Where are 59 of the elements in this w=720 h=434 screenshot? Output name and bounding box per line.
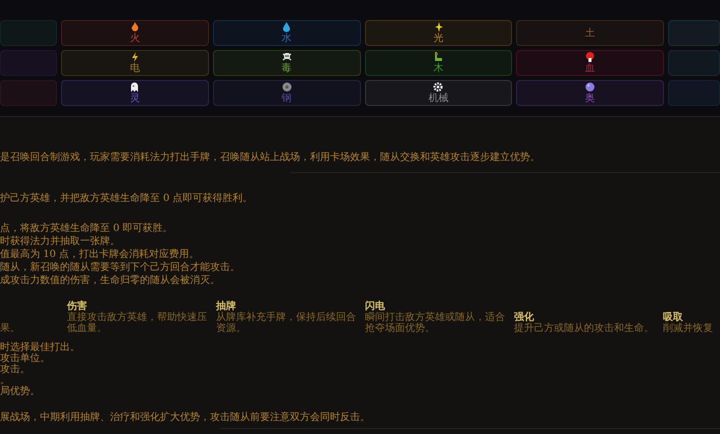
keyword-title: 闪电 bbox=[365, 301, 385, 312]
element-card[interactable]: 木 bbox=[364, 50, 512, 76]
intro-text: 是召唤回合制游戏，玩家需要消耗法力打出手牌，召唤随从站上战场，利用卡场效果，随从交换和英雄攻击逐步建立优势。 bbox=[0, 151, 541, 164]
element-card[interactable]: 奥 bbox=[516, 80, 664, 106]
tip-text: 攻击单位。 bbox=[0, 353, 51, 364]
gear-icon bbox=[433, 82, 444, 92]
sparkle-icon bbox=[433, 22, 444, 32]
element-label: 毒 bbox=[282, 63, 292, 74]
element-card[interactable]: 光 bbox=[364, 20, 512, 46]
flame-icon bbox=[130, 22, 139, 32]
element-label: 火 bbox=[130, 33, 140, 44]
element-card[interactable]: 血 bbox=[516, 50, 664, 76]
element-card[interactable]: 电 bbox=[61, 50, 209, 76]
gear-icon bbox=[282, 82, 292, 92]
keyword-description: 瞬间打击敌方英雄或随从，适合抢夺场面优势。 bbox=[365, 312, 506, 334]
keyword-title: 伤害 bbox=[67, 301, 87, 312]
element-card[interactable]: 机械 bbox=[364, 80, 512, 106]
element-card[interactable]: 水 bbox=[212, 20, 360, 46]
water-drop-icon bbox=[283, 22, 290, 32]
keyword-description: 直接攻击敌方英雄，帮助快速压低血量。 bbox=[67, 312, 208, 334]
keyword-description: 从牌库补充手牌，保持后续回合资源。 bbox=[216, 312, 357, 334]
element-label: 灵 bbox=[130, 93, 140, 104]
boot-icon bbox=[433, 52, 444, 62]
rule-text: 随从，新召唤的随从需要等到下个己方回合才能攻击。 bbox=[0, 261, 241, 274]
rule-text: 时获得法力并抽取一张牌。 bbox=[0, 235, 121, 248]
tip-text: 局优势。 bbox=[0, 386, 41, 397]
skull-icon bbox=[282, 52, 292, 62]
orb-icon bbox=[585, 82, 596, 92]
ghost-icon bbox=[130, 82, 140, 92]
element-label: 钢 bbox=[282, 93, 292, 104]
element-label: 血 bbox=[585, 63, 596, 74]
element-label: 电 bbox=[130, 63, 140, 74]
goal-text: 护己方英雄，并把敌方英雄生命降至 0 点即可获得胜利。 bbox=[0, 192, 254, 205]
rule-text: 成攻击力数值的伤害，生命归零的随从会被消灭。 bbox=[0, 274, 221, 287]
keyword-description: 果。 bbox=[0, 323, 21, 334]
tip-text: 攻击。 bbox=[0, 364, 31, 375]
keyword-description: 提升己方或随从的攻击和生命。 bbox=[514, 323, 655, 334]
element-card[interactable]: 火 bbox=[61, 20, 209, 46]
keyword-description: 削减并恢复 bbox=[663, 323, 714, 334]
element-label: 水 bbox=[282, 33, 292, 44]
strategy-text: 展战场，中期利用抽牌、治疗和强化扩大优势，攻击随从前要注意双方会同时反击。 bbox=[0, 411, 371, 424]
element-label: 土 bbox=[585, 28, 596, 38]
element-label: 奥 bbox=[585, 93, 596, 104]
element-label: 光 bbox=[433, 33, 444, 44]
keyword-title: 强化 bbox=[514, 312, 535, 323]
keyword-title: 吸取 bbox=[663, 312, 684, 323]
mushroom-icon bbox=[585, 52, 596, 62]
element-card[interactable]: 土 bbox=[516, 20, 664, 46]
element-card[interactable]: 灵 bbox=[61, 80, 209, 106]
rule-text: 点，将敌方英雄生命降至 0 即可获胜。 bbox=[0, 222, 174, 235]
element-label: 机械 bbox=[428, 93, 448, 104]
rule-text: 值最高为 10 点，打出卡牌会消耗对应费用。 bbox=[0, 248, 200, 261]
element-card[interactable]: 毒 bbox=[212, 50, 360, 76]
keyword-title: 抽牌 bbox=[216, 301, 236, 312]
element-card[interactable]: 钢 bbox=[212, 80, 360, 106]
tip-text: 时选择最佳打出。 bbox=[0, 342, 81, 353]
tip-text: 。 bbox=[0, 375, 11, 386]
lightning-icon bbox=[130, 52, 139, 62]
element-label: 木 bbox=[433, 63, 444, 74]
